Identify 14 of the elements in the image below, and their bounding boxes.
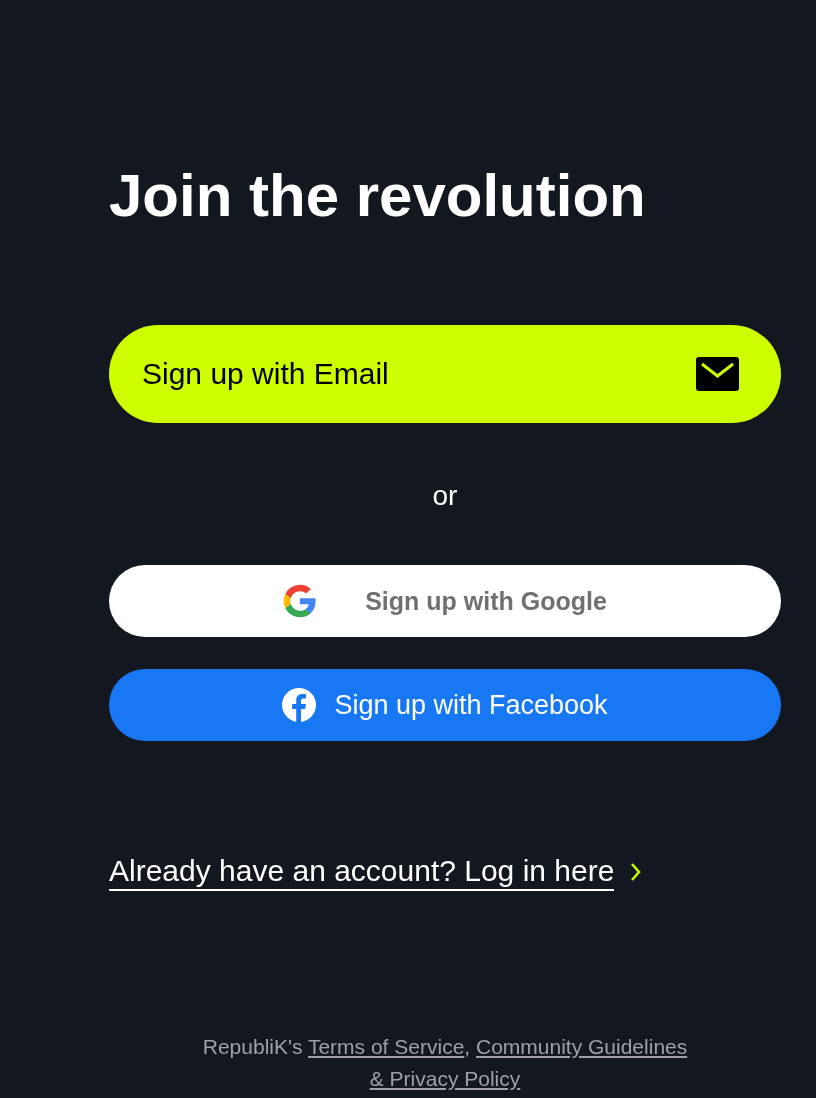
google-g-icon [283,584,318,618]
page-title: Join the revolution [109,161,646,231]
login-link[interactable]: Already have an account? Log in here [109,853,615,891]
google-signup-button[interactable]: Sign up with Google [109,565,781,637]
legal-link[interactable]: Community Guidelines [476,1035,688,1058]
email-signup-button[interactable]: Sign up with Email [109,325,781,423]
envelope-icon [696,357,739,391]
legal-notice: RepubliK's Terms of Service, Community Guidelines & Privacy Policy [201,1034,689,1092]
legal-link[interactable]: Terms of Service [307,1035,465,1058]
or-divider-text: or [432,479,458,513]
facebook-icon [282,688,317,722]
facebook-signup-button[interactable]: Sign up with Facebook [109,669,781,741]
chevron-right-icon[interactable] [630,862,642,882]
legal-link[interactable]: & Privacy Policy [369,1067,521,1090]
